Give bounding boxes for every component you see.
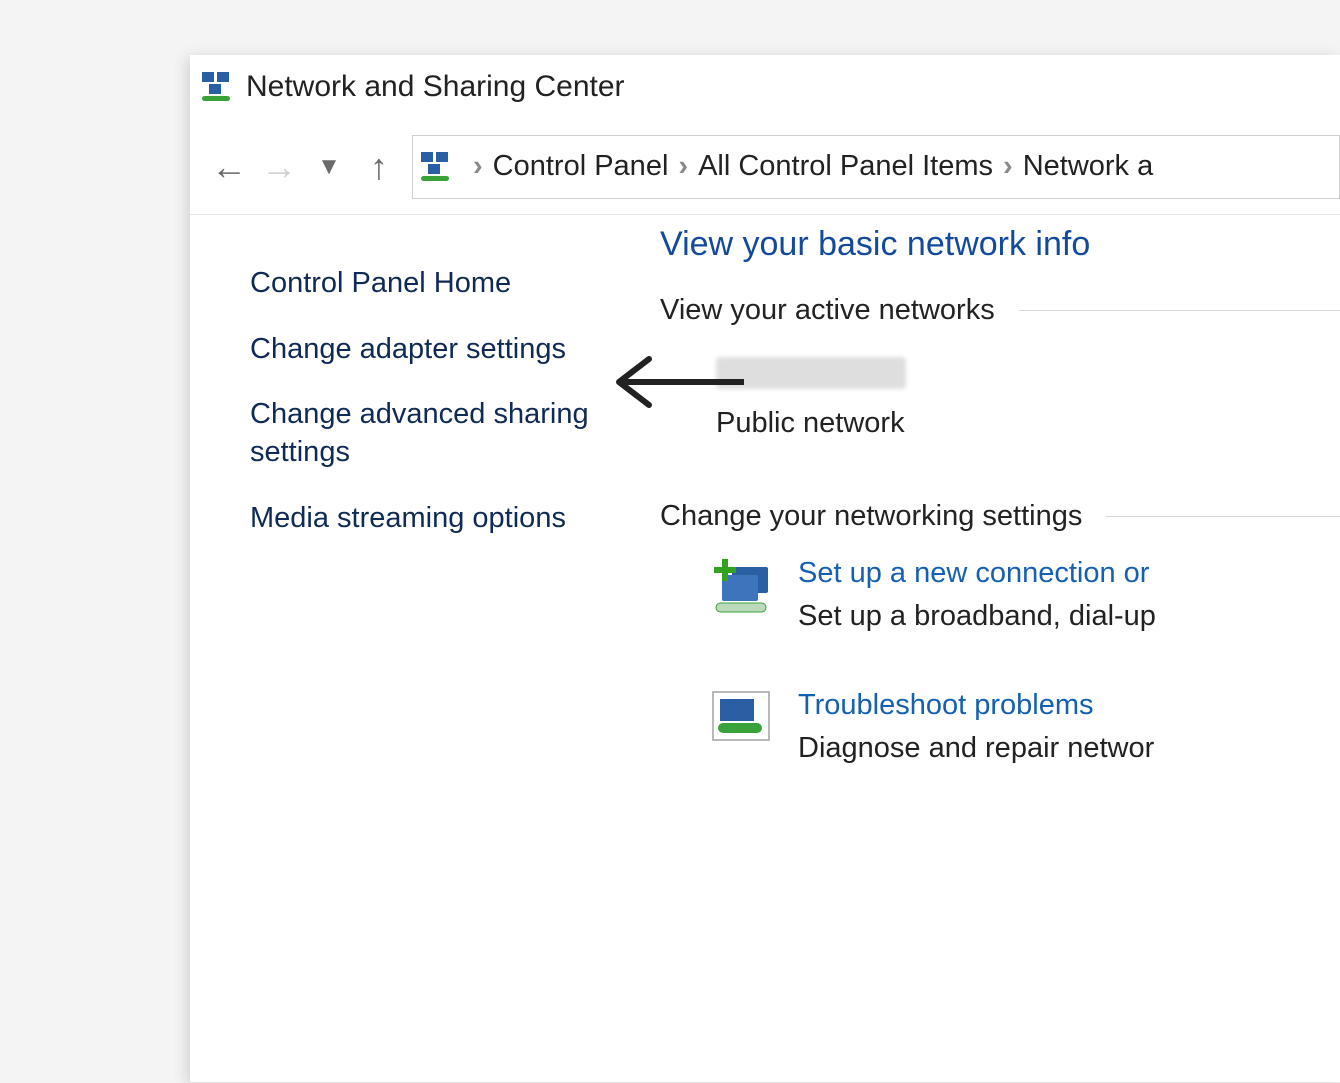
sidebar: Control Panel Home Change adapter settin… bbox=[190, 215, 660, 1083]
network-icon bbox=[200, 70, 234, 104]
window-title: Network and Sharing Center bbox=[246, 70, 625, 104]
network-type: Public network bbox=[716, 407, 1340, 440]
chevron-right-icon: › bbox=[473, 150, 483, 183]
section-label: Change your networking settings bbox=[660, 500, 1082, 533]
troubleshoot-icon bbox=[710, 689, 776, 749]
sidebar-link-home[interactable]: Control Panel Home bbox=[250, 265, 610, 303]
network-name-redacted bbox=[716, 357, 906, 389]
divider bbox=[1106, 516, 1340, 517]
nav-forward-button[interactable]: → bbox=[256, 144, 302, 190]
sidebar-link-media[interactable]: Media streaming options bbox=[250, 500, 610, 538]
option-link[interactable]: Set up a new connection or bbox=[798, 557, 1156, 590]
breadcrumb-item[interactable]: All Control Panel Items bbox=[698, 150, 993, 183]
page-heading: View your basic network info bbox=[660, 225, 1340, 264]
network-sharing-window: Network and Sharing Center ← → ▼ ↑ › Con… bbox=[190, 55, 1340, 1082]
content-area: Control Panel Home Change adapter settin… bbox=[190, 215, 1340, 1083]
active-networks-heading: View your active networks bbox=[660, 294, 1340, 327]
change-settings-heading: Change your networking settings bbox=[660, 500, 1340, 533]
nav-up-button[interactable]: ↑ bbox=[356, 144, 402, 190]
main-panel: View your basic network info View your a… bbox=[660, 215, 1340, 1083]
section-label: View your active networks bbox=[660, 294, 995, 327]
chevron-right-icon: › bbox=[1003, 150, 1013, 183]
option-link[interactable]: Troubleshoot problems bbox=[798, 689, 1154, 722]
breadcrumb-item[interactable]: Network a bbox=[1023, 150, 1154, 183]
sidebar-link-advanced[interactable]: Change advanced sharing settings bbox=[250, 396, 610, 471]
setup-connection-icon bbox=[710, 557, 776, 617]
option-desc: Diagnose and repair networ bbox=[798, 732, 1154, 765]
option-troubleshoot[interactable]: Troubleshoot problems Diagnose and repai… bbox=[710, 689, 1340, 765]
breadcrumb-item[interactable]: Control Panel bbox=[493, 150, 669, 183]
chevron-right-icon: › bbox=[678, 150, 688, 183]
nav-back-button[interactable]: ← bbox=[206, 144, 252, 190]
toolbar: ← → ▼ ↑ › Control Panel › All Control Pa… bbox=[190, 119, 1340, 215]
title-bar: Network and Sharing Center bbox=[190, 55, 1340, 119]
breadcrumb-network-icon bbox=[419, 150, 453, 184]
divider bbox=[1019, 310, 1340, 311]
nav-recent-menu[interactable]: ▼ bbox=[306, 144, 352, 190]
option-setup-connection[interactable]: Set up a new connection or Set up a broa… bbox=[710, 557, 1340, 633]
option-desc: Set up a broadband, dial-up bbox=[798, 600, 1156, 633]
address-bar[interactable]: › Control Panel › All Control Panel Item… bbox=[412, 135, 1340, 199]
sidebar-link-adapter[interactable]: Change adapter settings bbox=[250, 331, 610, 369]
